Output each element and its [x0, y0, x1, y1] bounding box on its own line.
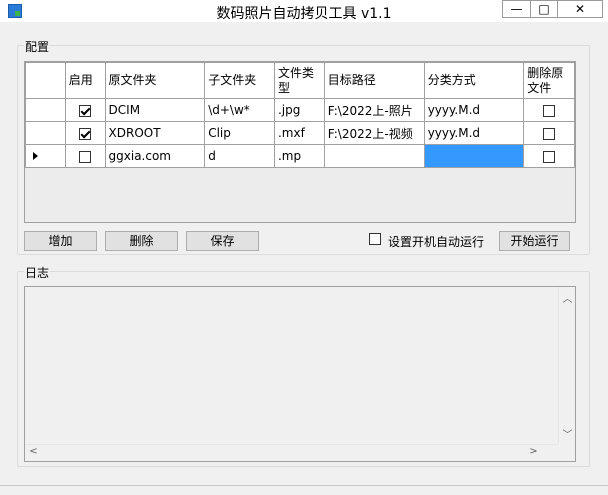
table-row: ggxia.com d .mp [25, 144, 575, 168]
column-header-source[interactable]: 原文件夹 [104, 62, 206, 99]
config-grid[interactable]: 启用 原文件夹 子文件夹 文件类型 目标路径 分类方式 删除原文件 DCIM \… [24, 61, 576, 223]
source-cell[interactable]: ggxia.com [104, 144, 206, 168]
delete-checkbox[interactable] [543, 150, 556, 163]
enabled-cell[interactable] [64, 98, 106, 122]
type-cell[interactable]: .mxf [273, 121, 325, 145]
classify-cell-selected[interactable] [423, 144, 525, 168]
target-cell[interactable]: F:\2022上-视频 [323, 121, 425, 145]
target-cell[interactable] [323, 144, 425, 168]
type-cell[interactable]: .jpg [273, 98, 325, 122]
source-cell[interactable]: DCIM [104, 98, 206, 122]
delete-button[interactable]: 删除 [105, 231, 178, 251]
column-header-type[interactable]: 文件类型 [273, 62, 325, 99]
autostart-label[interactable]: 设置开机自动运行 [388, 233, 484, 250]
row-header[interactable] [25, 121, 66, 145]
scroll-right-icon[interactable]: > [525, 446, 542, 457]
title-bar: 数码照片自动拷贝工具 v1.1 — □ ✕ [0, 0, 608, 22]
log-horizontal-scrollbar[interactable]: < > [25, 444, 558, 461]
delete-checkbox[interactable] [543, 127, 556, 140]
close-button[interactable]: ✕ [557, 0, 603, 18]
start-button[interactable]: 开始运行 [499, 231, 570, 251]
config-table: 启用 原文件夹 子文件夹 文件类型 目标路径 分类方式 删除原文件 DCIM \… [25, 62, 575, 168]
minimize-button[interactable]: — [502, 0, 531, 18]
classify-cell[interactable]: yyyy.M.d [423, 98, 525, 122]
row-header[interactable] [25, 98, 66, 122]
scroll-down-icon[interactable]: ﹀ [559, 426, 576, 441]
column-header-classify[interactable]: 分类方式 [423, 62, 525, 99]
current-row-arrow-icon [33, 152, 38, 160]
row-header[interactable] [25, 144, 66, 168]
log-vertical-scrollbar[interactable]: ︿ ﹀ [558, 287, 575, 444]
table-row: XDROOT Clip .mxf F:\2022上-视频 yyyy.M.d [25, 121, 575, 145]
scroll-up-icon[interactable]: ︿ [559, 290, 576, 305]
enabled-checkbox[interactable] [79, 127, 92, 140]
column-header-subfolder[interactable]: 子文件夹 [204, 62, 275, 99]
type-cell[interactable]: .mp [273, 144, 325, 168]
delete-checkbox[interactable] [543, 104, 556, 117]
target-cell[interactable]: F:\2022上-照片 [323, 98, 425, 122]
log-textarea[interactable]: ︿ ﹀ < > [24, 286, 576, 462]
scroll-left-icon[interactable]: < [25, 446, 42, 457]
source-cell[interactable]: XDROOT [104, 121, 206, 145]
subfolder-cell[interactable]: \d+\w* [204, 98, 275, 122]
maximize-button[interactable]: □ [530, 0, 558, 18]
table-header-row: 启用 原文件夹 子文件夹 文件类型 目标路径 分类方式 删除原文件 [25, 62, 575, 99]
enabled-cell[interactable] [64, 121, 106, 145]
config-group-label: 配置 [24, 38, 51, 55]
enabled-cell[interactable] [64, 144, 106, 168]
enabled-checkbox[interactable] [79, 150, 92, 163]
delete-cell[interactable] [523, 121, 575, 145]
scrollbar-corner [558, 444, 575, 461]
delete-cell[interactable] [523, 98, 575, 122]
column-header-enabled[interactable]: 启用 [64, 62, 106, 99]
save-button[interactable]: 保存 [186, 231, 259, 251]
subfolder-cell[interactable]: d [204, 144, 275, 168]
column-header-delete[interactable]: 删除原文件 [523, 62, 575, 99]
add-button[interactable]: 增加 [24, 231, 97, 251]
delete-cell[interactable] [523, 144, 575, 168]
column-header-target[interactable]: 目标路径 [323, 62, 425, 99]
log-group-label: 日志 [24, 264, 51, 281]
enabled-checkbox[interactable] [79, 104, 92, 117]
autostart-checkbox[interactable] [369, 233, 381, 245]
table-row: DCIM \d+\w* .jpg F:\2022上-照片 yyyy.M.d [25, 98, 575, 122]
subfolder-cell[interactable]: Clip [204, 121, 275, 145]
row-header-corner [25, 62, 66, 99]
classify-cell[interactable]: yyyy.M.d [423, 121, 525, 145]
